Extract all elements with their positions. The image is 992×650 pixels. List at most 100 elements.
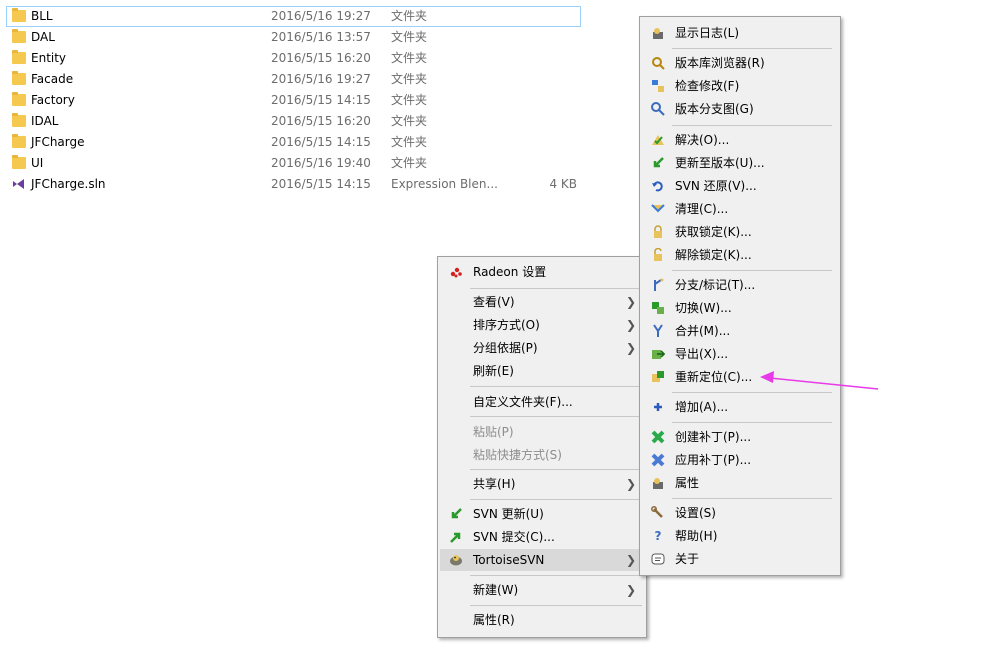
menu-item-label: 查看(V) [473,295,515,309]
menu-item-svn-update[interactable]: SVN 更新(U) [440,503,644,525]
menu-item-export[interactable]: 导出(X)... [642,343,838,365]
cleanup-icon [651,202,665,216]
menu-item-svn-properties[interactable]: 属性 [642,472,838,494]
menu-item-refresh[interactable]: 刷新(E) [440,360,644,382]
menu-item-label: SVN 还原(V)... [675,179,757,193]
menu-item-switch[interactable]: 切换(W)... [642,297,838,319]
menu-item-revert[interactable]: SVN 还原(V)... [642,175,838,197]
menu-item-view[interactable]: 查看(V) ❯ [440,291,644,313]
menu-item-new[interactable]: 新建(W) ❯ [440,579,644,601]
menu-item-label: 自定义文件夹(F)... [473,395,573,409]
menu-item-label: SVN 更新(U) [473,507,544,521]
about-icon [651,552,665,566]
revision-graph-icon [651,102,665,116]
revert-icon [651,179,665,193]
menu-item-svn-commit[interactable]: SVN 提交(C)... [440,526,644,548]
file-row-factory[interactable]: Factory 2016/5/15 14:15 文件夹 [0,90,600,111]
menu-item-apply-patch[interactable]: 应用补丁(P)... [642,449,838,471]
menu-item-tortoisesvn[interactable]: TortoiseSVN ❯ [440,549,644,571]
menu-separator [672,392,832,393]
lock-icon [651,225,665,239]
merge-icon [651,324,665,338]
file-row-dal[interactable]: DAL 2016/5/16 13:57 文件夹 [0,27,600,48]
menu-item-label: TortoiseSVN [473,553,545,567]
check-modifications-icon [651,79,665,93]
show-log-icon [651,26,665,40]
menu-item-help[interactable]: ? 帮助(H) [642,525,838,547]
menu-item-radeon-settings[interactable]: Radeon 设置 [440,261,644,283]
folder-icon [12,29,26,43]
folder-icon [12,50,26,64]
folder-icon [12,155,26,169]
file-row-entity[interactable]: Entity 2016/5/15 16:20 文件夹 [0,48,600,69]
menu-item-label: 新建(W) [473,583,519,597]
file-row-ui[interactable]: UI 2016/5/16 19:40 文件夹 [0,153,600,174]
file-date: 2016/5/15 14:15 [271,177,371,191]
file-date: 2016/5/15 16:20 [271,51,371,65]
apply-patch-icon [651,453,665,467]
file-type: 文件夹 [391,156,428,170]
menu-item-label: 显示日志(L) [675,26,740,40]
submenu-arrow-icon: ❯ [625,341,636,355]
file-name: BLL [31,9,53,23]
menu-item-update-to-revision[interactable]: 更新至版本(U)... [642,152,838,174]
branch-tag-icon [651,278,665,292]
menu-item-label: 检查修改(F) [675,79,740,93]
menu-item-resolve[interactable]: 解决(O)... [642,129,838,151]
tortoisesvn-submenu: 显示日志(L) 版本库浏览器(R) 检查修改(F) 版本分支图(G) 解决(O)… [639,16,841,576]
file-row-facade[interactable]: Facade 2016/5/16 19:27 文件夹 [0,69,600,90]
file-type: 文件夹 [391,135,428,149]
menu-separator [672,270,832,271]
menu-item-add[interactable]: 增加(A)... [642,396,838,418]
menu-item-check-modifications[interactable]: 检查修改(F) [642,75,838,97]
menu-item-group-by[interactable]: 分组依据(P) ❯ [440,337,644,359]
menu-item-sort[interactable]: 排序方式(O) ❯ [440,314,644,336]
menu-item-revision-graph[interactable]: 版本分支图(G) [642,98,838,120]
menu-item-label: 合并(M)... [675,324,731,338]
file-name: JFCharge.sln [31,177,106,191]
switch-icon [651,301,665,315]
resolve-icon [651,133,665,147]
tortoisesvn-icon [449,553,463,567]
menu-item-settings[interactable]: 设置(S) [642,502,838,524]
svn-commit-icon [449,530,463,544]
menu-item-label: 增加(A)... [675,400,729,414]
menu-item-paste-shortcut[interactable]: 粘贴快捷方式(S) [440,444,644,466]
submenu-arrow-icon: ❯ [625,318,636,332]
menu-item-branch-tag[interactable]: 分支/标记(T)... [642,274,838,296]
file-date: 2016/5/16 19:27 [271,9,371,23]
svn-update-icon [449,507,463,521]
unlock-icon [651,247,665,262]
menu-item-get-lock[interactable]: 获取锁定(K)... [642,221,838,243]
menu-item-cleanup[interactable]: 清理(C)... [642,198,838,220]
menu-item-share[interactable]: 共享(H) ❯ [440,473,644,495]
create-patch-icon [651,430,665,444]
file-row-bll[interactable]: BLL 2016/5/16 19:27 文件夹 [0,6,600,27]
menu-item-paste[interactable]: 粘贴(P) [440,421,644,443]
menu-item-label: 粘贴快捷方式(S) [473,448,562,462]
file-name: Entity [31,51,67,65]
file-name: IDAL [31,114,59,128]
menu-item-label: 共享(H) [473,477,516,491]
menu-item-repo-browser[interactable]: 版本库浏览器(R) [642,52,838,74]
file-row-jfcharge[interactable]: JFCharge 2016/5/15 14:15 文件夹 [0,132,600,153]
menu-item-show-log[interactable]: 显示日志(L) [642,22,838,44]
submenu-arrow-icon: ❯ [625,477,636,491]
add-plus-icon [651,400,665,414]
folder-icon [12,92,26,106]
menu-item-customize-folder[interactable]: 自定义文件夹(F)... [440,391,644,413]
menu-separator [470,386,642,387]
file-date: 2016/5/16 19:27 [271,72,371,86]
help-icon: ? [654,529,662,543]
file-row-idal[interactable]: IDAL 2016/5/15 16:20 文件夹 [0,111,600,132]
menu-item-about[interactable]: 关于 [642,548,838,570]
menu-item-create-patch[interactable]: 创建补丁(P)... [642,426,838,448]
menu-item-release-lock[interactable]: 解除锁定(K)... [642,244,838,266]
menu-item-properties[interactable]: 属性(R) [440,609,644,631]
menu-item-relocate[interactable]: 重新定位(C)... [642,366,838,388]
relocate-icon [651,370,665,384]
file-row-jfcharge-sln[interactable]: JFCharge.sln 2016/5/15 14:15 Expression … [0,174,600,195]
menu-item-merge[interactable]: 合并(M)... [642,320,838,342]
menu-separator [470,469,642,470]
menu-item-label: 分组依据(P) [473,341,538,355]
